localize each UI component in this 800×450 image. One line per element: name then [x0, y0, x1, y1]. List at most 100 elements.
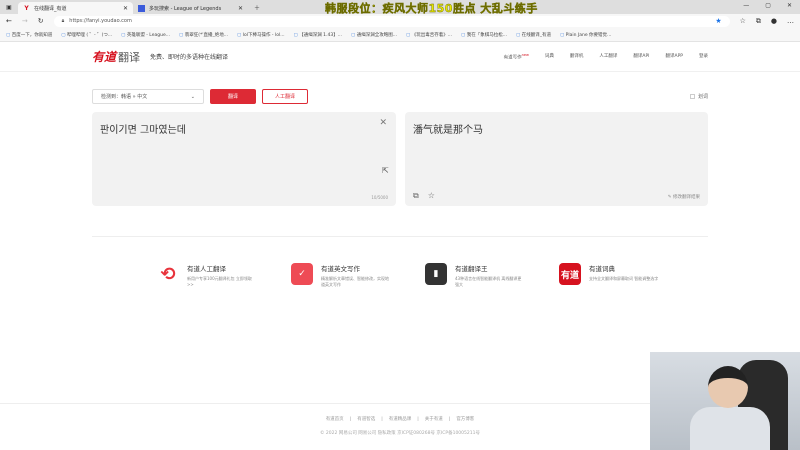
tab-league[interactable]: 多玩搜索 - League of Legends ✕ [133, 2, 248, 14]
product-title: 有道翻译王 [455, 265, 488, 273]
lock-icon: 🔒︎ [61, 18, 65, 24]
product-card[interactable]: ⟲ 有道人工翻译 新用户专享100元翻译礼包 立即领取 >> [157, 263, 291, 288]
site-header: 有道 翻译 免费、即时的多语种在线翻译 有道写作new 词典 翻译机 人工翻译 翻译API… [0, 42, 800, 72]
bookmark-label: 百度一下，你就知道 [11, 32, 53, 38]
product-desc: 支持全文翻译和屏幕取词 智能调整选字 [589, 276, 659, 281]
nav-label: 登录 [699, 53, 708, 59]
language-value: 检测到：韩语 » 中文 [101, 94, 148, 100]
collections-icon[interactable]: ⧉ [756, 17, 761, 26]
bookmark-item[interactable]: ▢ 英雄联盟 - League... [121, 32, 170, 38]
source-text[interactable]: 판이기면 그마였는데 [100, 121, 186, 136]
translate-button[interactable]: 翻译 [210, 89, 256, 104]
nav-item[interactable]: 翻译机 [570, 53, 584, 61]
star-icon[interactable]: ☆ [428, 191, 435, 201]
bookmark-label: 我在「象棋马拉松... [466, 32, 507, 38]
bookmark-icon: ▢ [61, 32, 66, 38]
copy-icon[interactable]: ⧉ [413, 191, 419, 201]
close-window-button[interactable]: ✕ [787, 2, 792, 9]
forward-icon[interactable]: → [22, 17, 28, 25]
product-card[interactable]: ✓ 有道英文写作精准解析文章错误、智能修改，实现地道英文写作 [291, 263, 425, 288]
bookmark-label: 英雄联盟 - League... [126, 32, 171, 38]
bookmark-item[interactable]: ▢ 哔哩哔哩 ( ゜- ゜)つ... [61, 32, 112, 38]
nav-item[interactable]: 词典 [545, 53, 554, 61]
footer-link[interactable]: 有道智选 [357, 417, 375, 422]
webcam-overlay [650, 352, 800, 450]
tab-label: 多玩搜索 - League of Legends [149, 5, 222, 12]
nav-item[interactable]: 翻译API [633, 53, 649, 61]
nav-item[interactable]: 有道写作new [504, 53, 529, 61]
bookmark-icon: ▢ [461, 32, 466, 38]
clear-icon[interactable]: ✕ [379, 118, 387, 128]
favorite-star-icon[interactable]: ★ [715, 17, 721, 25]
bookmark-item[interactable]: ▢ 【通缉深渊 1.43】... [294, 32, 342, 38]
edit-translation-button[interactable]: ✎ 修改翻译结果 [668, 194, 700, 200]
product-card[interactable]: ▮ 有道翻译王 43种语言在线智能翻译机 离线翻译更强大 [425, 263, 559, 288]
bookmark-item[interactable]: ▢ Plain Jane 你要错觉... [560, 32, 611, 38]
product-desc: 43种语言在线智能翻译机 离线翻译更强大 [455, 276, 522, 287]
product-desc: 精准解析文章错误、智能修改，实现地道英文写作 [321, 276, 389, 287]
bookmark-label: 【通缉深渊 1.43】... [299, 32, 342, 38]
nav-label: 翻译机 [569, 53, 584, 59]
nav-item[interactable]: 翻译APP [665, 53, 683, 61]
footer-link[interactable]: 官方博客 [456, 417, 474, 422]
translation-text: 潘气就是那个马 [413, 125, 483, 136]
tab-youdao[interactable]: Y 在线翻译_有道 ✕ [18, 2, 133, 14]
bookmark-item[interactable]: ▢ 百度一下，你就知道 [6, 32, 52, 38]
refresh-icon[interactable]: ↻ [38, 17, 44, 25]
youdao-logo[interactable]: 有道 [92, 48, 116, 65]
footer-link[interactable]: 有道首页 [326, 417, 344, 422]
divider [92, 236, 708, 237]
product-title: 有道英文写作 [321, 265, 360, 273]
bookmark-label: 哔哩哔哩 ( ゜- ゜)つ... [66, 32, 113, 38]
word-select-toggle[interactable]: 划词 [689, 93, 708, 100]
close-tab-icon[interactable]: ✕ [238, 5, 243, 12]
url-input[interactable]: 🔒︎ https://fanyi.youdao.com ★ [53, 15, 730, 27]
nav-label: 翻译API [633, 53, 650, 59]
minimize-button[interactable]: — [743, 2, 749, 9]
close-tab-icon[interactable]: ✕ [123, 5, 128, 12]
url-text: https://fanyi.youdao.com [69, 18, 132, 24]
human-translate-button[interactable]: 人工翻译 [262, 89, 308, 104]
edit-label: 修改翻译结果 [673, 195, 700, 200]
new-tab-button[interactable]: ＋ [248, 0, 266, 14]
back-icon[interactable]: ← [6, 17, 12, 25]
bookmark-icon: ▢ [293, 32, 298, 38]
maximize-button[interactable]: ▢ [765, 2, 771, 9]
new-badge: new [521, 52, 529, 57]
tab-actions-icon[interactable]: ▣ [0, 0, 18, 14]
bookmark-label: 在线翻译_有道 [521, 32, 551, 38]
bookmark-icon: ▢ [406, 32, 411, 38]
product-title: 有道人工翻译 [187, 265, 226, 273]
bookmark-icon: ▢ [516, 32, 521, 38]
bookmark-item[interactable]: ▢ 《玩出毒舌存着》... [406, 32, 452, 38]
nav-item[interactable]: 登录 [699, 53, 708, 61]
footer-link[interactable]: 有道精品课 [389, 417, 412, 422]
footer-link[interactable]: 关于有道 [425, 417, 443, 422]
address-bar-row: ← → ↻ 🔒︎ https://fanyi.youdao.com ★ ☆ ⧉ ● … [0, 14, 800, 28]
extensions-icon[interactable]: ☆ [740, 17, 746, 25]
tab-label: 在线翻译_有道 [34, 5, 67, 12]
slogan: 免费、即时的多语种在线翻译 [150, 54, 229, 61]
product-cards: ⟲ 有道人工翻译 新用户专享100元翻译礼包 立即领取 >> ✓ 有道英文写作精准解析文… [157, 263, 693, 288]
product-icon: ✓ [291, 263, 313, 285]
bookmark-item[interactable]: ▢ 翡翠狂(*'直播_绝地... [179, 32, 228, 38]
bookmark-icon: ▢ [179, 32, 184, 38]
bookmark-item[interactable]: ▢ lol下棒马操作 - lol... [237, 32, 285, 38]
product-card[interactable]: 有道 有道词典 支持全文翻译和屏幕取词 智能调整选字 [559, 263, 693, 288]
chevron-down-icon: ⌄ [190, 93, 195, 100]
product-icon: ▮ [425, 263, 447, 285]
profile-avatar[interactable]: ● [771, 17, 777, 25]
bookmark-label: 通缉深渊全攻略图... [356, 32, 397, 38]
source-input[interactable]: 판이기면 그마였는데 ✕ ⇱ 10/5000 [92, 112, 396, 206]
mouse-cursor-icon: ⇱ [382, 166, 389, 175]
language-select[interactable]: 检测到：韩语 » 中文 ⌄ [92, 89, 204, 104]
bookmark-icon: ▢ [351, 32, 356, 38]
tab-bar: ▣ Y 在线翻译_有道 ✕ 多玩搜索 - League of Legends ✕ ＋ … [0, 0, 800, 15]
nav-item[interactable]: 人工翻译 [599, 53, 617, 61]
more-menu-icon[interactable]: … [787, 17, 794, 25]
bookmark-item[interactable]: ▢ 我在「象棋马拉松... [461, 32, 507, 38]
checkbox[interactable] [689, 94, 695, 99]
bookmark-item[interactable]: ▢ 在线翻译_有道 [516, 32, 551, 38]
product-title: 有道词典 [589, 265, 615, 273]
bookmark-item[interactable]: ▢ 通缉深渊全攻略图... [351, 32, 397, 38]
